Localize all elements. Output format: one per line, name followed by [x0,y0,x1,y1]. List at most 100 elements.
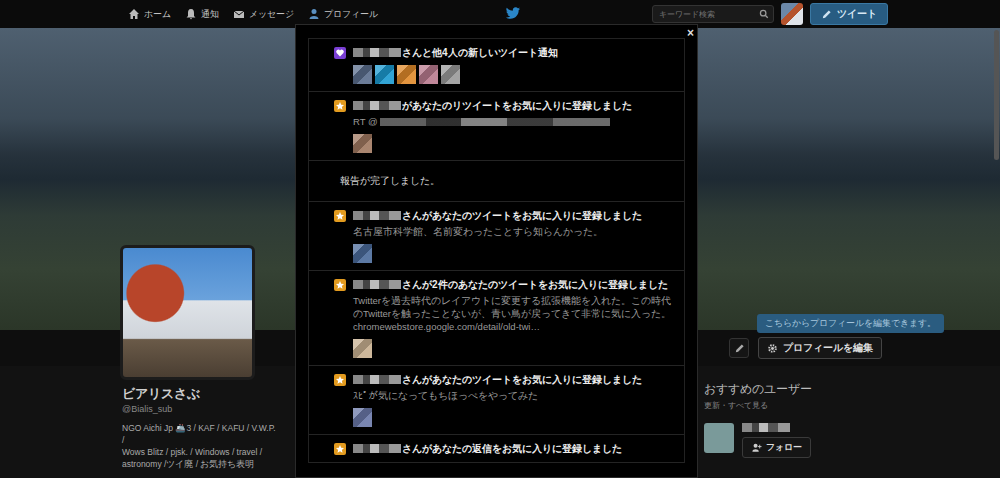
user-avatar[interactable] [781,3,803,25]
tweet-button[interactable]: ツイート [810,3,888,25]
notification-main: さんがあなたのツイートをお気に入りに登録しました名古屋市科学館、名前変わったこと… [353,209,674,263]
notification-body: RT @ [353,115,674,128]
notification-title: さんと他4人の新しいツイート通知 [353,46,674,59]
masked-name [353,101,401,110]
mini-avatar[interactable] [353,408,372,427]
mini-avatar[interactable] [353,65,372,84]
avatar-row [353,134,674,153]
notification-title: さんがあなたのツイートをお気に入りに登録しました [353,209,674,222]
nav-label: ホーム [144,8,171,21]
notification-icon-col [334,278,346,358]
notification-item[interactable]: さんと他4人の新しいツイート通知 [309,39,684,92]
notification-icon-col [334,99,346,153]
profile-handle: @Bialis_sub [122,404,297,414]
suggested-user: フォロー [704,423,882,458]
notifications-modal: ×さんと他4人の新しいツイート通知があなたのリツイートをお気に入りに登録しました… [295,24,698,478]
person-icon [308,8,320,20]
profile-avatar[interactable] [120,245,255,380]
search-field[interactable]: キーワード検索 [652,5,774,23]
mini-avatar[interactable] [375,65,394,84]
notification-item[interactable]: があなたのリツイートをお気に入りに登録しました RT @ [309,92,684,161]
notification-list: さんと他4人の新しいツイート通知があなたのリツイートをお気に入りに登録しました R… [308,38,685,463]
notification-item[interactable]: さんがあなたのツイートをお気に入りに登録しました ｽﾋﾟが気になってもちほっぺをや… [309,366,684,435]
edit-profile-button[interactable]: プロフィールを編集 [758,337,882,359]
bio-line: / [122,434,297,446]
bell-icon [185,8,197,20]
search-placeholder: キーワード検索 [659,9,759,20]
notification-icon-col [334,209,346,263]
star-icon [334,279,346,291]
masked-name [742,423,790,432]
notification-body: 名古屋市科学館、名前変わったことすら知らんかった。 [353,225,674,238]
magnifier-icon[interactable] [759,9,769,19]
star-icon [334,100,346,112]
notification-title: さんが2件のあなたのツイートをお気に入りに登録しました [353,278,674,291]
top-right: キーワード検索 ツイート [652,3,888,25]
suggestions-title: おすすめのユーザー [704,381,882,398]
bio-line: astronomy /ツイ廃 / お気持ち表明 [122,458,297,470]
notification-title: さんがあなたのツイートをお気に入りに登録しました [353,373,674,386]
notification-main: さんがあなたのツイートをお気に入りに登録しました ｽﾋﾟが気になってもちほっぺをや… [353,373,674,427]
notification-main: 報告が完了しました。 [340,174,674,187]
star-icon [334,443,346,455]
notification-item[interactable]: さんがあなたのツイートをお気に入りに登録しました名古屋市科学館、名前変わったこと… [309,202,684,271]
notification-main: さんがあなたの返信をお気に入りに登録しました [353,442,674,455]
avatar-row [353,339,674,358]
twitter-bird-icon[interactable] [505,7,521,20]
heart-icon [334,47,346,59]
masked-text [380,118,610,126]
nav-item[interactable]: ホーム [128,8,171,21]
mini-avatar[interactable] [419,65,438,84]
notification-body: chromewebstore.google.com/detail/old-twi… [353,320,674,333]
suggestions-links[interactable]: 更新・すべて見る [704,400,882,411]
person-plus-icon [751,442,762,453]
close-button[interactable]: × [687,26,694,40]
notification-item[interactable]: さんがあなたの返信をお気に入りに登録しました [309,435,684,463]
avatar-row [353,408,674,427]
suggested-user-main: フォロー [742,423,811,458]
notification-body: ｽﾋﾟが気になってもちほっぺをやってみた [353,389,674,402]
scrollbar[interactable] [994,30,999,160]
tweet-button-label: ツイート [837,7,877,21]
nav-item[interactable]: プロフィール [308,8,378,21]
notification-main: さんと他4人の新しいツイート通知 [353,46,674,84]
nav-label: 通知 [201,8,219,21]
mini-avatar[interactable] [353,244,372,263]
edit-tooltip: こちらからプロフィールを編集できます。 [757,314,944,333]
mail-icon [233,8,245,20]
avatar-row [353,65,674,84]
masked-name [353,375,401,384]
pen-icon [821,9,832,20]
nav-label: プロフィール [324,8,378,21]
pencil-icon [734,343,745,354]
star-icon [334,210,346,222]
notification-item[interactable]: さんが2件のあなたのツイートをお気に入りに登録しました Twitterを過去時代の… [309,271,684,366]
edit-profile-label: プロフィールを編集 [783,341,873,355]
notification-item[interactable]: 報告が完了しました。 [309,161,684,202]
notification-title: さんがあなたの返信をお気に入りに登録しました [353,442,674,455]
profile-name[interactable]: ビアリスさぶ [122,385,297,403]
avatar-row [353,244,674,263]
mini-avatar[interactable] [353,339,372,358]
notification-title: 報告が完了しました。 [340,174,674,187]
mini-avatar[interactable] [441,65,460,84]
mini-avatar[interactable] [353,134,372,153]
nav-item[interactable]: メッセージ [233,8,294,21]
notification-title: があなたのリツイートをお気に入りに登録しました [353,99,674,112]
masked-name [353,211,401,220]
follow-label: フォロー [766,441,802,454]
nav-item[interactable]: 通知 [185,8,219,21]
follow-button[interactable]: フォロー [742,437,811,458]
suggested-user-avatar[interactable] [704,423,734,453]
masked-name [353,48,401,57]
suggestions: おすすめのユーザー更新・すべて見るフォロー [704,366,882,470]
notification-icon-col [334,442,346,455]
notification-icon-col [334,46,346,84]
mini-avatar[interactable] [397,65,416,84]
masked-name [353,444,401,453]
edit-pen-button[interactable] [729,338,749,358]
bio-line: NGO Aichi Jp 🚢3 / KAF / KAFU / V.W.P. [122,422,297,434]
notification-body: Twitterを過去時代のレイアウトに変更する拡張機能を入れた。この時代のTwi… [353,294,674,320]
profile-bio: NGO Aichi Jp 🚢3 / KAF / KAFU / V.W.P./Wo… [122,422,297,470]
bio-line: Wows Blitz / pjsk. / Windows / travel / [122,446,297,458]
